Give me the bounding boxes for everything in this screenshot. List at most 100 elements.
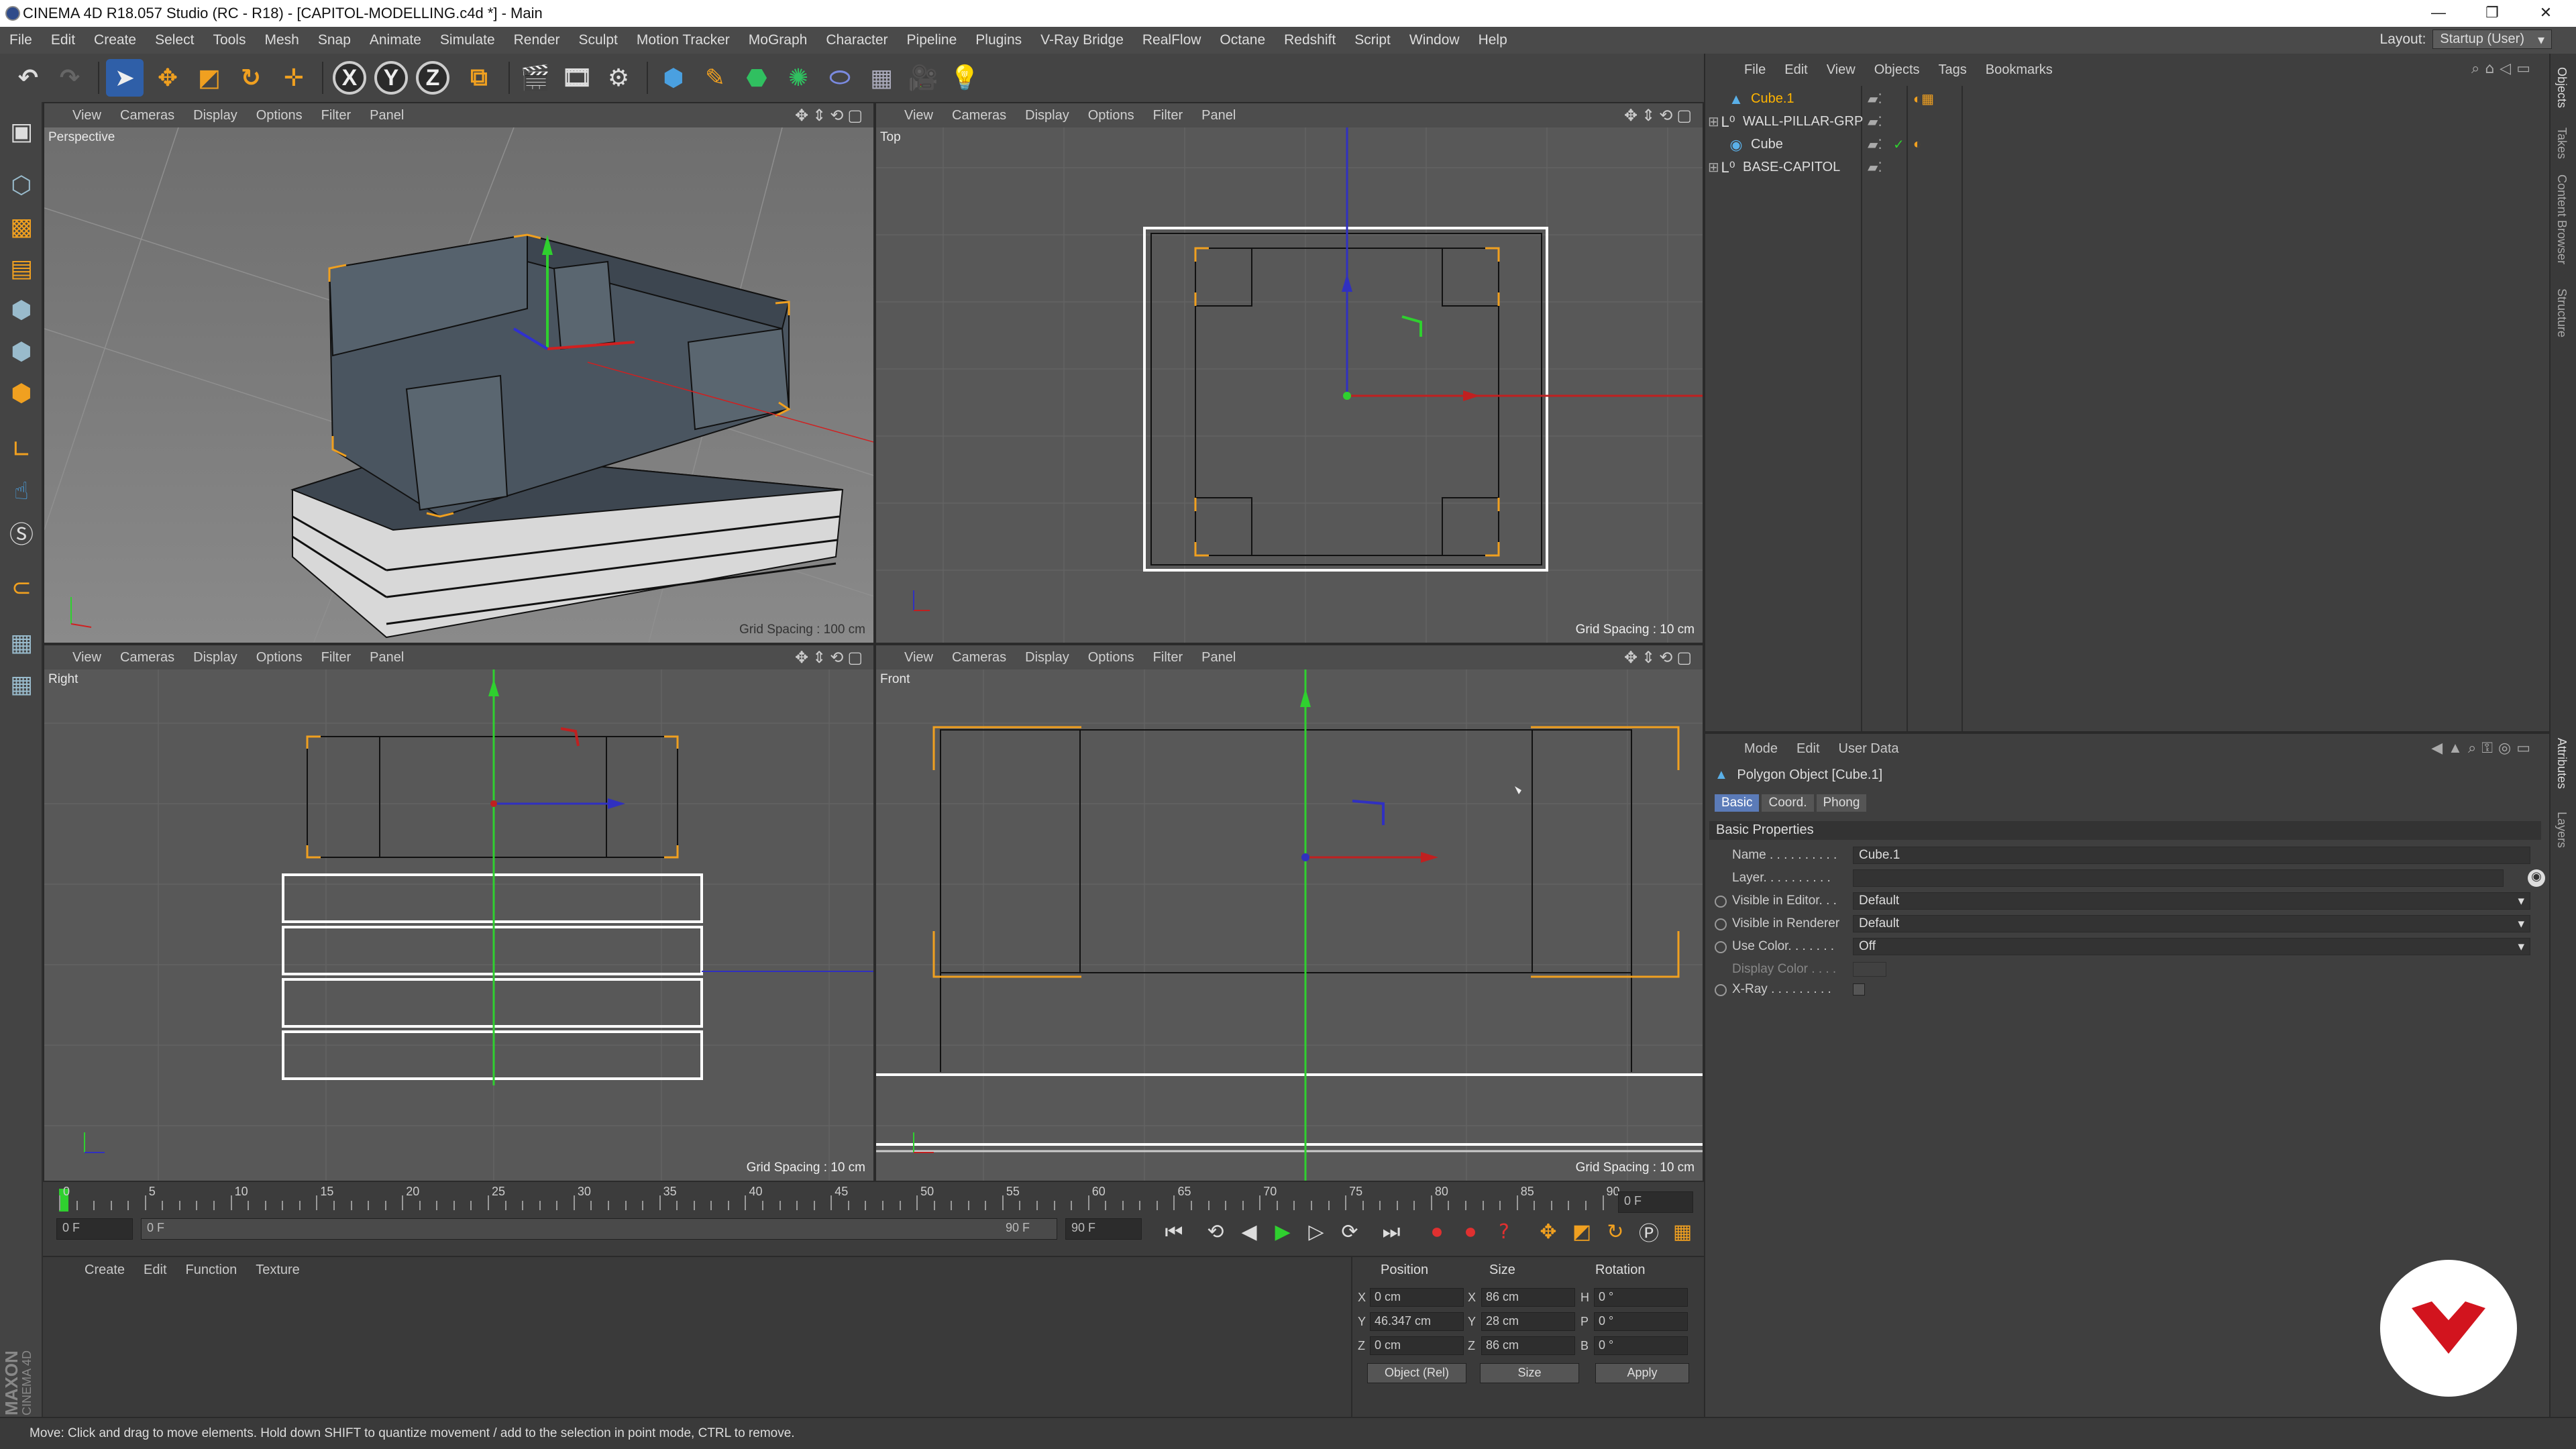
om-nav-icons[interactable]: ⌕⌂◁▭	[2471, 60, 2536, 77]
lock-workplane-icon[interactable]: ▦	[3, 624, 40, 661]
vp-menu-display[interactable]: Display	[184, 650, 247, 665]
menu-vray-bridge[interactable]: V-Ray Bridge	[1031, 32, 1133, 48]
rot-p-field[interactable]: 0 °	[1594, 1312, 1688, 1331]
record-keys-icon[interactable]: ⏺	[1422, 1217, 1452, 1246]
visible-in-editor-select[interactable]: Default	[1853, 892, 2530, 910]
vp-menu-options[interactable]: Options	[247, 650, 312, 665]
mat-menu-texture[interactable]: Texture	[246, 1263, 309, 1278]
cube-primitive-icon[interactable]: ⬢	[655, 59, 692, 97]
scale-icon[interactable]: ◩	[191, 59, 228, 97]
rot-h-field[interactable]: 0 °	[1594, 1288, 1688, 1307]
mat-menu-create[interactable]: Create	[75, 1263, 134, 1278]
menu-animate[interactable]: Animate	[360, 32, 431, 48]
expand-icon[interactable]: ⊞	[1708, 113, 1720, 130]
light-icon[interactable]: 💡	[946, 59, 983, 97]
tag-icon[interactable]: ◐▦	[1913, 91, 1934, 107]
menu-octane[interactable]: Octane	[1210, 32, 1275, 48]
model-mode-icon[interactable]: ⬡	[3, 166, 40, 204]
snapping-icon[interactable]: Ⓢ	[3, 514, 40, 551]
om-menu-bookmarks[interactable]: Bookmarks	[1976, 62, 2062, 78]
menu-file[interactable]: File	[0, 32, 42, 48]
side-tab-layers[interactable]: Layers	[2555, 812, 2569, 848]
menu-window[interactable]: Window	[1400, 32, 1469, 48]
menu-redshift[interactable]: Redshift	[1275, 32, 1345, 48]
record-rotation-icon[interactable]: ↻	[1601, 1217, 1630, 1246]
viewport-top[interactable]: View Cameras Display Options Filter Pane…	[875, 102, 1704, 644]
close-button[interactable]: ✕	[2536, 4, 2556, 23]
transform-icon[interactable]: ✛	[275, 59, 313, 97]
size-mode-select[interactable]: Size	[1480, 1363, 1579, 1383]
vp-menu-cameras[interactable]: Cameras	[943, 650, 1016, 665]
layer-picker-icon[interactable]: ◉	[2528, 869, 2545, 887]
side-tab-attributes[interactable]: Attributes	[2555, 738, 2569, 789]
side-tab-takes[interactable]: Takes	[2555, 127, 2569, 159]
texture-mode-icon[interactable]: ▩	[3, 208, 40, 246]
previous-frame-icon[interactable]: ◀	[1234, 1217, 1264, 1246]
coordinate-mode-select[interactable]: Object (Rel)	[1367, 1363, 1466, 1383]
pos-y-field[interactable]: 46.347 cm	[1370, 1312, 1464, 1331]
viewport-front[interactable]: View Cameras Display Options Filter Pane…	[875, 644, 1704, 1182]
menu-tools[interactable]: Tools	[203, 32, 255, 48]
expand-icon[interactable]: ⊞	[1708, 159, 1720, 176]
floor-icon[interactable]: ▦	[863, 59, 900, 97]
menu-select[interactable]: Select	[146, 32, 203, 48]
record-pla-icon[interactable]: ▦	[1668, 1217, 1697, 1246]
vp-menu-view[interactable]: View	[63, 650, 111, 665]
keyframe-selection-icon[interactable]: ?	[1489, 1217, 1519, 1246]
viewport-right[interactable]: View Cameras Display Options Filter Pane…	[43, 644, 875, 1182]
current-frame-field[interactable]: 0 F	[56, 1218, 133, 1240]
vp-menu-display[interactable]: Display	[1016, 108, 1079, 123]
x-axis-lock-icon[interactable]: X	[333, 61, 366, 95]
points-mode-icon[interactable]: ⬢	[3, 291, 40, 329]
vp-menu-filter[interactable]: Filter	[312, 650, 360, 665]
attr-menu-user-data[interactable]: User Data	[1829, 741, 1909, 757]
object-row-base-capitol[interactable]: ⊞ L⁰ BASE-CAPITOL ▰⁚	[1708, 156, 2546, 178]
vp-menu-panel[interactable]: Panel	[360, 108, 413, 123]
menu-mograph[interactable]: MoGraph	[739, 32, 817, 48]
edges-mode-icon[interactable]: ⬢	[3, 333, 40, 370]
go-to-start-icon[interactable]: ⏮	[1159, 1217, 1189, 1246]
object-row-wall-pillar-grp[interactable]: ⊞ L⁰ WALL-PILLAR-GRP ▰⁚	[1708, 110, 2546, 133]
preview-frame-field[interactable]: 0 F	[1618, 1191, 1693, 1213]
pen-spline-icon[interactable]: ✎	[696, 59, 734, 97]
om-menu-objects[interactable]: Objects	[1865, 62, 1929, 78]
size-z-field[interactable]: 86 cm	[1481, 1336, 1575, 1355]
menu-help[interactable]: Help	[1469, 32, 1517, 48]
end-frame-field[interactable]: 90 F	[1065, 1218, 1142, 1240]
vp-menu-cameras[interactable]: Cameras	[111, 650, 184, 665]
play-icon[interactable]: ▶	[1268, 1217, 1297, 1246]
timeline[interactable]: 0 5 10 15 20 25 30 35 40 45 50 55 60 65 70 75 80 85 90 0 F…	[43, 1182, 1704, 1256]
om-menu-file[interactable]: File	[1735, 62, 1775, 78]
frame-range-slider[interactable]: 0 F 90 F	[141, 1218, 1057, 1240]
redo-icon[interactable]: ↷	[51, 59, 89, 97]
tab-coord[interactable]: Coord.	[1762, 794, 1814, 812]
vp-menu-view[interactable]: View	[63, 108, 111, 123]
rot-b-field[interactable]: 0 °	[1594, 1336, 1688, 1355]
vp-menu-display[interactable]: Display	[184, 108, 247, 123]
coordinate-system-icon[interactable]: ⧉	[460, 59, 498, 97]
record-scale-icon[interactable]: ◩	[1567, 1217, 1597, 1246]
restore-button[interactable]: ❐	[2482, 4, 2502, 23]
attr-menu-edit[interactable]: Edit	[1787, 741, 1829, 757]
size-x-field[interactable]: 86 cm	[1481, 1288, 1575, 1307]
y-axis-lock-icon[interactable]: Y	[374, 61, 408, 95]
use-color-select[interactable]: Off	[1853, 938, 2530, 955]
menu-sculpt[interactable]: Sculpt	[570, 32, 627, 48]
axis-mode-icon[interactable]: ∟	[3, 431, 40, 468]
name-field[interactable]: Cube.1	[1853, 847, 2530, 864]
enabled-check-icon[interactable]: ✓	[1893, 136, 1904, 153]
undo-icon[interactable]: ↶	[9, 59, 47, 97]
pos-x-field[interactable]: 0 cm	[1370, 1288, 1464, 1307]
vp-menu-cameras[interactable]: Cameras	[111, 108, 184, 123]
object-row-cube1[interactable]: ▲ Cube.1 ▰⁚ ◐▦	[1708, 87, 2546, 110]
menu-character[interactable]: Character	[816, 32, 897, 48]
xray-checkbox[interactable]	[1853, 983, 1865, 996]
size-y-field[interactable]: 28 cm	[1481, 1312, 1575, 1331]
viewport-perspective[interactable]: View Cameras Display Options Filter Pane…	[43, 102, 875, 644]
layout-select[interactable]: Startup (User)	[2432, 30, 2552, 49]
visibility-dots-icon[interactable]: ▰⁚	[1868, 159, 1882, 176]
subdivision-surface-icon[interactable]: ⬣	[738, 59, 775, 97]
make-editable-icon[interactable]: ▣	[3, 113, 40, 150]
viewport-nav-icons[interactable]: ✥⇕⟲▢	[795, 106, 867, 125]
vp-menu-display[interactable]: Display	[1016, 650, 1079, 665]
